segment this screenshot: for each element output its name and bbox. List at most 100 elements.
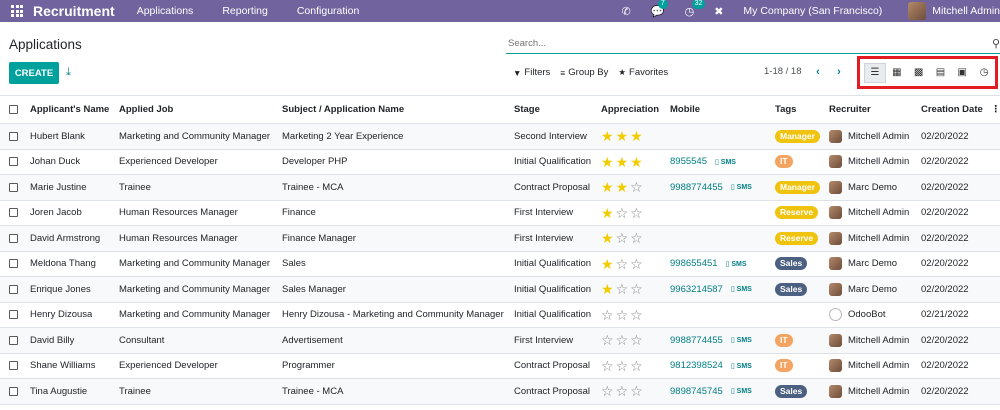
star-filled-icon[interactable]: ★ <box>630 129 643 143</box>
column-header-tags[interactable]: Tags <box>775 96 796 123</box>
user-menu[interactable]: Mitchell Admin <box>932 5 1000 17</box>
star-filled-icon[interactable]: ★ <box>616 180 629 194</box>
row-checkbox[interactable] <box>9 310 18 320</box>
filters-button[interactable]: ▼ Filters <box>513 67 550 78</box>
mobile-number[interactable]: 9988774455 <box>670 335 723 346</box>
star-empty-icon[interactable]: ☆ <box>630 359 643 373</box>
star-empty-icon[interactable]: ☆ <box>616 384 629 398</box>
pager-value[interactable]: 1-18 / 18 <box>764 66 802 77</box>
sms-button[interactable]: ▯ SMS <box>726 260 747 268</box>
table-row[interactable]: Tina Augustie Trainee Trainee - MCA Contrac… <box>0 379 1000 405</box>
list-view-icon[interactable]: ☰ <box>864 62 886 83</box>
menu-reporting[interactable]: Reporting <box>222 5 268 17</box>
menu-configuration[interactable]: Configuration <box>297 5 359 17</box>
menu-applications[interactable]: Applications <box>137 5 194 17</box>
star-empty-icon[interactable]: ☆ <box>616 308 629 322</box>
sms-button[interactable]: ▯ SMS <box>715 158 736 166</box>
pivot-view-icon[interactable]: ▩ <box>908 63 930 83</box>
activity-view-icon[interactable]: ◷ <box>973 63 995 83</box>
column-header-job[interactable]: Applied Job <box>119 96 173 123</box>
star-filled-icon[interactable]: ★ <box>601 257 614 271</box>
row-checkbox[interactable] <box>9 182 18 192</box>
star-empty-icon[interactable]: ☆ <box>630 384 643 398</box>
sms-button[interactable]: ▯ SMS <box>731 285 752 293</box>
mobile-number[interactable]: 9898745745 <box>670 386 723 397</box>
star-empty-icon[interactable]: ☆ <box>630 257 643 271</box>
star-empty-icon[interactable]: ☆ <box>630 206 643 220</box>
star-empty-icon[interactable]: ☆ <box>601 333 614 347</box>
search-icon[interactable]: ⚲ <box>992 37 1000 50</box>
star-filled-icon[interactable]: ★ <box>601 231 614 245</box>
table-row[interactable]: Enrique Jones Marketing and Community Man… <box>0 277 1000 303</box>
star-empty-icon[interactable]: ☆ <box>616 257 629 271</box>
star-filled-icon[interactable]: ★ <box>630 155 643 169</box>
table-row[interactable]: David Billy Consultant Advertisement First … <box>0 328 1000 354</box>
row-checkbox[interactable] <box>9 361 18 371</box>
star-empty-icon[interactable]: ☆ <box>616 231 629 245</box>
star-empty-icon[interactable]: ☆ <box>616 359 629 373</box>
calendar-view-icon[interactable]: ▣ <box>951 63 973 83</box>
row-checkbox[interactable] <box>9 259 18 269</box>
star-empty-icon[interactable]: ☆ <box>601 359 614 373</box>
column-header-subject[interactable]: Subject / Application Name <box>282 96 404 123</box>
star-filled-icon[interactable]: ★ <box>601 206 614 220</box>
sms-button[interactable]: ▯ SMS <box>731 183 752 191</box>
star-empty-icon[interactable]: ☆ <box>630 180 643 194</box>
column-header-mobile[interactable]: Mobile <box>670 96 700 123</box>
mobile-number[interactable]: 8955545 <box>670 156 707 167</box>
sms-button[interactable]: ▯ SMS <box>731 387 752 395</box>
star-empty-icon[interactable]: ☆ <box>630 333 643 347</box>
messages-icon[interactable]: 💬 7 <box>651 0 668 18</box>
phone-icon[interactable]: ✆ <box>622 5 631 18</box>
table-row[interactable]: Hubert Blank Marketing and Community Mana… <box>0 124 1000 150</box>
mobile-number[interactable]: 9963214587 <box>670 284 723 295</box>
graph-view-icon[interactable]: ▤ <box>930 63 952 83</box>
star-empty-icon[interactable]: ☆ <box>601 308 614 322</box>
star-empty-icon[interactable]: ☆ <box>630 308 643 322</box>
create-button[interactable]: CREATE <box>9 62 59 84</box>
row-checkbox[interactable] <box>9 131 18 141</box>
mobile-number[interactable]: 9988774455 <box>670 182 723 193</box>
star-filled-icon[interactable]: ★ <box>601 155 614 169</box>
column-header-appreciation[interactable]: Appreciation <box>601 96 659 123</box>
mobile-number[interactable]: 998655451 <box>670 258 718 269</box>
star-empty-icon[interactable]: ☆ <box>616 282 629 296</box>
row-checkbox[interactable] <box>9 208 18 218</box>
mobile-number[interactable]: 9812398524 <box>670 360 723 371</box>
activities-icon[interactable]: ◷ 32 <box>685 0 706 18</box>
star-empty-icon[interactable]: ☆ <box>630 282 643 296</box>
pager-previous-icon[interactable]: ‹ <box>812 64 824 80</box>
star-empty-icon[interactable]: ☆ <box>601 384 614 398</box>
star-filled-icon[interactable]: ★ <box>601 282 614 296</box>
column-header-date[interactable]: Creation Date <box>921 96 983 123</box>
table-row[interactable]: Johan Duck Experienced Developer Developer… <box>0 150 1000 175</box>
pager-next-icon[interactable]: › <box>833 64 845 80</box>
column-header-applicant[interactable]: Applicant's Name <box>30 96 109 123</box>
user-avatar[interactable] <box>908 2 927 20</box>
column-header-stage[interactable]: Stage <box>514 96 540 123</box>
table-row[interactable]: David Armstrong Human Resources Manager Fi… <box>0 226 1000 252</box>
search-input[interactable] <box>506 34 976 53</box>
apps-menu-icon[interactable] <box>6 0 28 22</box>
star-filled-icon[interactable]: ★ <box>601 180 614 194</box>
debug-tools-icon[interactable]: ✖ <box>714 5 723 18</box>
download-icon[interactable]: ⤓ <box>66 66 71 79</box>
table-row[interactable]: Shane Williams Experienced Developer Progr… <box>0 354 1000 379</box>
sms-button[interactable]: ▯ SMS <box>731 362 752 370</box>
app-name[interactable]: Recruitment <box>33 3 115 19</box>
row-checkbox[interactable] <box>9 157 18 167</box>
select-all-checkbox[interactable] <box>9 105 18 114</box>
star-filled-icon[interactable]: ★ <box>601 129 614 143</box>
star-filled-icon[interactable]: ★ <box>616 155 629 169</box>
sms-button[interactable]: ▯ SMS <box>731 336 752 344</box>
favorites-button[interactable]: ★ Favorites <box>618 67 668 78</box>
optional-columns-icon[interactable]: ⋮ <box>991 96 1000 123</box>
row-checkbox[interactable] <box>9 335 18 345</box>
star-empty-icon[interactable]: ☆ <box>630 231 643 245</box>
table-row[interactable]: Joren Jacob Human Resources Manager Financ… <box>0 201 1000 226</box>
table-row[interactable]: Marie Justine Trainee Trainee - MCA Contrac… <box>0 175 1000 201</box>
column-header-recruiter[interactable]: Recruiter <box>829 96 871 123</box>
star-empty-icon[interactable]: ☆ <box>616 333 629 347</box>
group-by-button[interactable]: ≡ Group By <box>560 67 608 78</box>
table-row[interactable]: Henry Dizousa Marketing and Community Man… <box>0 303 1000 328</box>
